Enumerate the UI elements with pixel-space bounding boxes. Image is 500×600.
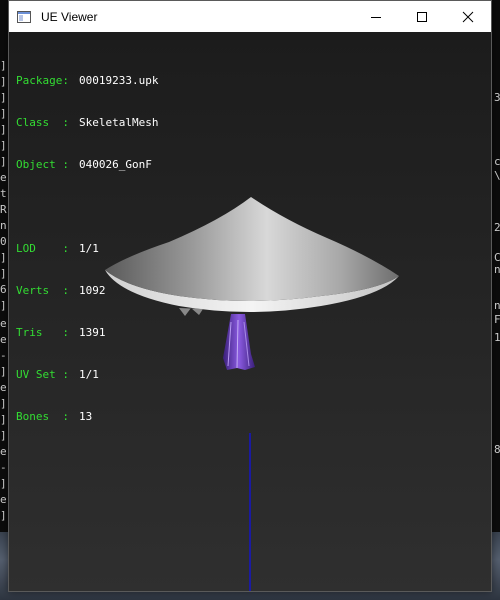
bg-console-char: e (0, 493, 7, 506)
minimize-icon (371, 16, 381, 18)
bg-console-char: e (0, 333, 7, 346)
bg-console-char: ] (0, 91, 7, 104)
bg-console-char: n (494, 299, 500, 312)
bg-console-char: ] (0, 107, 7, 120)
bg-console-char: ] (0, 397, 7, 410)
bg-console-char: 8 (494, 443, 500, 456)
bg-console-char: e (0, 317, 7, 330)
ue-viewer-window: UE Viewer Package: 00019233.upk Class : Sk… (8, 0, 492, 592)
tassel (223, 314, 255, 370)
bg-console-char: ] (0, 267, 7, 280)
bg-console-char: c (494, 155, 500, 168)
bg-console-char: 6 (0, 283, 7, 296)
bg-console-char: ] (0, 155, 7, 168)
mesh-render (105, 197, 399, 591)
bg-console-char: n (0, 219, 7, 232)
bg-console-char: ] (0, 477, 7, 490)
bg-console-char: ] (0, 365, 7, 378)
app-window-icon (16, 9, 32, 25)
bg-console-char: 1 (494, 331, 500, 344)
bg-console-char: - (0, 349, 7, 362)
3d-viewport[interactable]: Package: 00019233.upk Class : SkeletalMesh… (9, 32, 491, 591)
bg-console-char: e (0, 171, 7, 184)
minimize-button[interactable] (353, 1, 399, 32)
bg-console-char: \ (494, 169, 500, 182)
bg-console-char: t (0, 187, 7, 200)
bg-console-char: e (0, 445, 7, 458)
bg-console-char: ] (0, 509, 7, 522)
maximize-icon (417, 11, 427, 22)
bg-console-char: 3 (494, 91, 500, 104)
title-bar[interactable]: UE Viewer (9, 1, 491, 32)
hat-cone (105, 197, 399, 301)
bg-console-char: - (0, 461, 7, 474)
close-button[interactable] (445, 1, 491, 32)
bg-console-char: ] (0, 139, 7, 152)
bg-console-char: ] (0, 413, 7, 426)
bg-console-char: ] (0, 429, 7, 442)
bg-console-char: ] (0, 59, 7, 72)
bg-console-char: n (494, 263, 500, 276)
bg-console-char: ] (0, 123, 7, 136)
window-title: UE Viewer (41, 9, 98, 24)
bg-console-char: F (494, 313, 500, 326)
bg-console-char: ] (0, 251, 7, 264)
bg-console-char: ] (0, 75, 7, 88)
bg-console-char: ] (0, 299, 7, 312)
bg-console-char: R (0, 203, 7, 216)
bg-console-char: e (0, 381, 7, 394)
close-icon (462, 11, 474, 22)
bg-console-char: 0 (0, 235, 7, 248)
maximize-button[interactable] (399, 1, 445, 32)
bg-console-char: 2 (494, 221, 500, 234)
